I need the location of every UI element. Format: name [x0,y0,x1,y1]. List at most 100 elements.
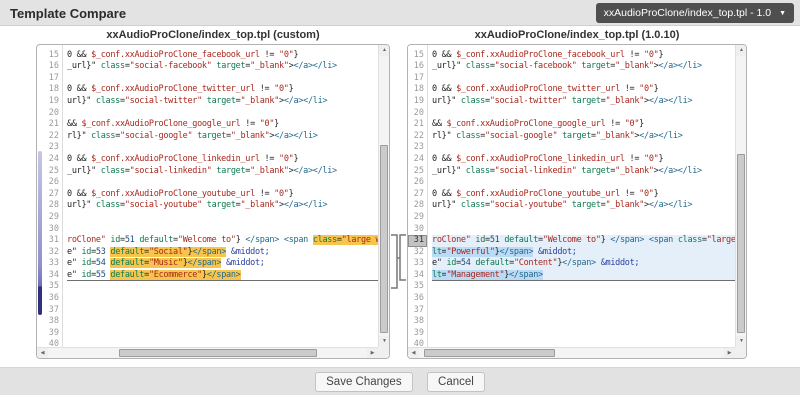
vertical-scroll-thumb[interactable] [380,145,388,333]
code-line [432,212,735,224]
vertical-scroll-thumb[interactable] [737,154,745,333]
code-line [67,73,378,85]
line-number: 30 [408,224,427,236]
vertical-scrollbar[interactable]: ▲ ▼ [735,45,746,347]
code-line: _url}" class="social-linkedin" target="_… [67,166,378,178]
code-line: roClone" id=51 default="Welcome to"} </s… [432,235,735,247]
scroll-up-icon[interactable]: ▲ [379,45,390,56]
horizontal-scrollbar[interactable]: ◀ ▶ [37,347,378,358]
cancel-button[interactable]: Cancel [427,372,485,392]
line-number: 29 [43,212,62,224]
scroll-left-icon[interactable]: ◀ [408,348,419,359]
scroll-down-icon[interactable]: ▼ [736,336,747,347]
code-line: 0 && $_conf.xxAudioProClone_twitter_url … [67,84,378,96]
line-number: 35 [43,281,62,293]
right-code-editor[interactable]: 1415161718192021222324252627282930313233… [408,44,735,347]
line-number: 35 [408,281,427,293]
line-number: 38 [408,316,427,328]
line-number: 17 [408,73,427,85]
code-line [67,177,378,189]
horizontal-scroll-thumb[interactable] [424,349,555,357]
code-line: url}" class="social-twitter" target="_bl… [67,96,378,108]
left-code-editor[interactable]: 1415161718192021222324252627282930313233… [43,44,378,347]
code-line [432,339,735,347]
code-line: e" id=54 default="Content"}</span> &midd… [432,258,735,270]
line-number: 22 [408,131,427,143]
left-panel-title: xxAudioProClone/index_top.tpl (custom) [36,29,390,41]
code-line: 0 && $_conf.xxAudioProClone_facebook_url… [432,50,735,62]
code-line: 0 && $_conf.xxAudioProClone_youtube_url … [67,189,378,201]
line-number: 34 [408,270,427,282]
code-line: 0 && $_conf.xxAudioProClone_linkedin_url… [67,154,378,166]
line-number: 32 [43,247,62,259]
code-line [432,224,735,236]
right-editor-panel: 1415161718192021222324252627282930313233… [407,44,747,359]
code-line: e" id=54 default="Music"}</span> &middot… [67,258,378,270]
line-number: 40 [43,339,62,347]
code-line [67,316,378,328]
line-number: 38 [43,316,62,328]
line-number: 20 [408,108,427,120]
code-line: url}" class="social-youtube" target="_bl… [67,200,378,212]
line-number: 23 [43,142,62,154]
code-line [432,73,735,85]
code-line [67,328,378,340]
line-number: 15 [43,50,62,62]
scroll-right-icon[interactable]: ▶ [724,348,735,359]
version-dropdown[interactable]: xxAudioProClone/index_top.tpl - 1.0 ▼ [596,3,794,23]
code-line: url}" class="social-youtube" target="_bl… [432,200,735,212]
code-line [67,305,378,317]
code-line [432,142,735,154]
save-button[interactable]: Save Changes [315,372,412,392]
line-number: 36 [43,293,62,305]
page-title: Template Compare [10,6,126,21]
code-line: 0 && $_conf.xxAudioProClone_facebook_url… [67,50,378,62]
vertical-scrollbar[interactable]: ▲ ▼ [378,45,389,347]
horizontal-scroll-thumb[interactable] [119,349,317,357]
scrollbar-corner [378,347,389,358]
scroll-down-icon[interactable]: ▼ [379,336,390,347]
line-number: 39 [43,328,62,340]
code-line: lt="Management"}</span> [432,270,735,282]
code-line [67,339,378,347]
code-line: rl}" class="social-google" target="_blan… [67,131,378,143]
line-number: 18 [43,84,62,96]
code-line: && $_conf.xxAudioProClone_google_url != … [67,119,378,131]
line-number: 18 [408,84,427,96]
line-number: 17 [43,73,62,85]
footer-bar: Save Changes Cancel [0,367,800,395]
code-line: url}" class="social-twitter" target="_bl… [432,96,735,108]
code-area[interactable]: 0 && $_conf.xxAudioProClone_facebook_url… [428,44,735,347]
horizontal-scrollbar[interactable]: ◀ ▶ [408,347,735,358]
line-number: 37 [43,305,62,317]
line-number: 31 [408,235,427,247]
code-line: 0 && $_conf.xxAudioProClone_youtube_url … [432,189,735,201]
line-number: 39 [408,328,427,340]
code-line: && $_conf.xxAudioProClone_google_url != … [432,119,735,131]
code-area[interactable]: 0 && $_conf.xxAudioProClone_facebook_url… [63,44,378,347]
code-line [67,108,378,120]
code-line: e" id=53 default="Social"}</span> &middo… [67,247,378,259]
code-line: lt="Powerful"}</span> &middot; [432,247,735,259]
code-line [432,177,735,189]
scroll-left-icon[interactable]: ◀ [37,348,48,359]
line-number: 33 [43,258,62,270]
line-number-gutter: 1415161718192021222324252627282930313233… [408,44,428,347]
line-number: 27 [43,189,62,201]
scroll-right-icon[interactable]: ▶ [367,348,378,359]
header-bar: Template Compare xxAudioProClone/index_t… [0,0,800,26]
scroll-up-icon[interactable]: ▲ [736,45,747,56]
code-line: 0 && $_conf.xxAudioProClone_linkedin_url… [432,154,735,166]
code-line [432,316,735,328]
code-line: _url}" class="social-linkedin" target="_… [432,166,735,178]
code-line [432,328,735,340]
right-panel-title: xxAudioProClone/index_top.tpl (1.0.10) [407,29,747,41]
line-number: 28 [43,200,62,212]
chevron-down-icon: ▼ [779,10,786,17]
line-number: 21 [43,119,62,131]
line-number: 40 [408,339,427,347]
diff-indicator-bar [38,151,42,315]
line-number: 33 [408,258,427,270]
line-number: 19 [43,96,62,108]
line-number: 24 [408,154,427,166]
